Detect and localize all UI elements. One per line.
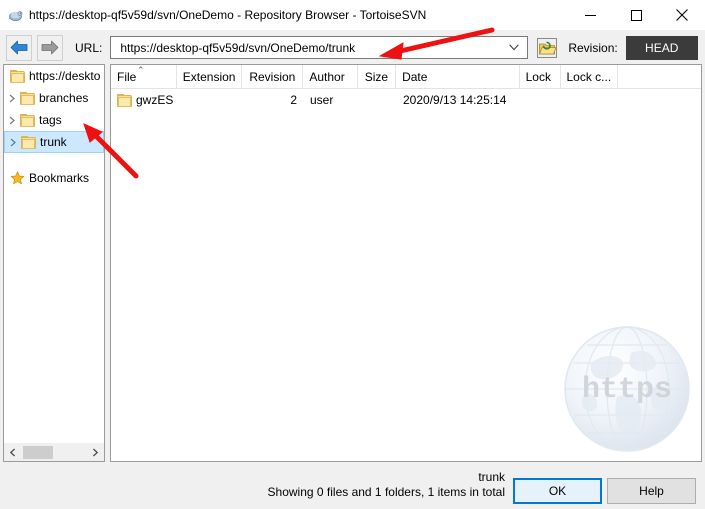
folder-icon: [117, 93, 132, 107]
file-list-panel[interactable]: File ⌃ Extension Revision Author Size Da…: [110, 64, 702, 462]
ok-button[interactable]: OK: [513, 478, 602, 504]
url-input-value: https://desktop-qf5v59d/svn/OneDemo/trun…: [120, 40, 356, 55]
help-button[interactable]: Help: [607, 478, 696, 504]
folder-icon: [20, 113, 35, 127]
cell-revision: 2: [290, 93, 297, 107]
scroll-left-icon[interactable]: [4, 444, 21, 461]
maximize-icon[interactable]: [613, 0, 659, 30]
revision-label: Revision:: [568, 40, 618, 55]
column-header-label: Lock c...: [566, 70, 612, 84]
column-header-label: Revision: [249, 70, 296, 84]
tree-item-tags[interactable]: tags: [4, 109, 104, 131]
column-header-date[interactable]: Date: [396, 65, 520, 89]
column-header-file[interactable]: File ⌃: [111, 65, 177, 89]
table-row[interactable]: gwzES 2 user 2020/9/13 14:25:14: [111, 89, 701, 111]
column-header-author[interactable]: Author: [303, 65, 359, 89]
chevron-right-icon[interactable]: [5, 131, 21, 153]
title-bar: https://desktop-qf5v59d/svn/OneDemo - Re…: [0, 0, 705, 31]
cell-lock-comment: [562, 89, 620, 111]
folder-icon: [21, 135, 36, 149]
column-header-revision[interactable]: Revision: [242, 65, 304, 89]
scrollbar-track[interactable]: [21, 444, 87, 461]
cell-size: [359, 89, 397, 111]
scrollbar-thumb[interactable]: [23, 445, 53, 459]
window-title: https://desktop-qf5v59d/svn/OneDemo - Re…: [29, 8, 427, 22]
sort-ascending-icon: ⌃: [137, 65, 145, 75]
tree-item-label: tags: [39, 113, 62, 127]
column-header-label: Author: [309, 70, 345, 84]
column-header-size[interactable]: Size: [358, 65, 397, 89]
back-arrow-icon[interactable]: [6, 34, 32, 61]
status-summary: Showing 0 files and 1 folders, 1 items i…: [267, 485, 505, 499]
column-header-label: Size: [364, 70, 389, 84]
file-list-header: File ⌃ Extension Revision Author Size Da…: [111, 65, 701, 89]
watermark-label: https: [582, 373, 672, 407]
tree-item-label: trunk: [40, 135, 67, 149]
url-label: URL:: [75, 40, 103, 55]
column-header-label: Date: [402, 70, 428, 84]
status-bar: trunk Showing 0 files and 1 folders, 1 i…: [125, 470, 505, 500]
repository-folder-icon[interactable]: [535, 36, 559, 60]
column-header-filler: [618, 65, 701, 89]
tree-horizontal-scrollbar[interactable]: [3, 443, 105, 462]
chevron-right-icon[interactable]: [4, 109, 20, 131]
minimize-icon[interactable]: [567, 0, 613, 30]
tree-item-root[interactable]: https://deskto: [4, 65, 104, 87]
tree-item-label: branches: [39, 91, 89, 105]
column-header-label: File: [117, 70, 137, 84]
cell-author: user: [310, 93, 334, 107]
window-controls: [567, 0, 705, 30]
column-header-lock-comment[interactable]: Lock c...: [561, 65, 619, 89]
column-header-label: Extension: [182, 70, 236, 84]
cell-extension: [177, 89, 242, 111]
folder-icon: [20, 91, 35, 105]
cell-file: gwzES: [111, 89, 177, 111]
repository-browser-window: https://desktop-qf5v59d/svn/OneDemo - Re…: [0, 0, 705, 509]
star-icon: [10, 171, 25, 185]
tree-item-label: Bookmarks: [29, 171, 90, 185]
cell-lock: [521, 89, 562, 111]
tree-item-trunk[interactable]: trunk: [4, 131, 104, 153]
url-toolbar: URL: https://desktop-qf5v59d/svn/OneDemo…: [0, 30, 705, 65]
repository-tree[interactable]: https://deskto branches tags trunk Bookm…: [3, 64, 105, 462]
cell-file-label: gwzES: [136, 93, 174, 107]
tree-item-bookmarks[interactable]: Bookmarks: [4, 167, 104, 189]
tree-item-branches[interactable]: branches: [4, 87, 104, 109]
chevron-right-icon[interactable]: [4, 87, 20, 109]
close-icon[interactable]: [659, 0, 705, 30]
column-header-label: Lock: [525, 70, 551, 84]
cell-date: 2020/9/13 14:25:14: [403, 93, 507, 107]
forward-arrow-icon[interactable]: [37, 34, 63, 61]
tortoisesvn-icon: [7, 7, 23, 23]
revision-head-button[interactable]: HEAD: [625, 35, 698, 60]
folder-icon: [10, 69, 25, 83]
status-path: trunk: [478, 470, 505, 484]
column-header-lock[interactable]: Lock: [520, 65, 561, 89]
scroll-right-icon[interactable]: [87, 444, 104, 461]
column-header-extension[interactable]: Extension: [177, 65, 242, 89]
url-input[interactable]: https://desktop-qf5v59d/svn/OneDemo/trun…: [110, 36, 529, 59]
tree-item-label: https://deskto: [29, 69, 101, 83]
chevron-down-icon[interactable]: [507, 37, 521, 58]
https-globe-watermark: https: [561, 323, 693, 455]
